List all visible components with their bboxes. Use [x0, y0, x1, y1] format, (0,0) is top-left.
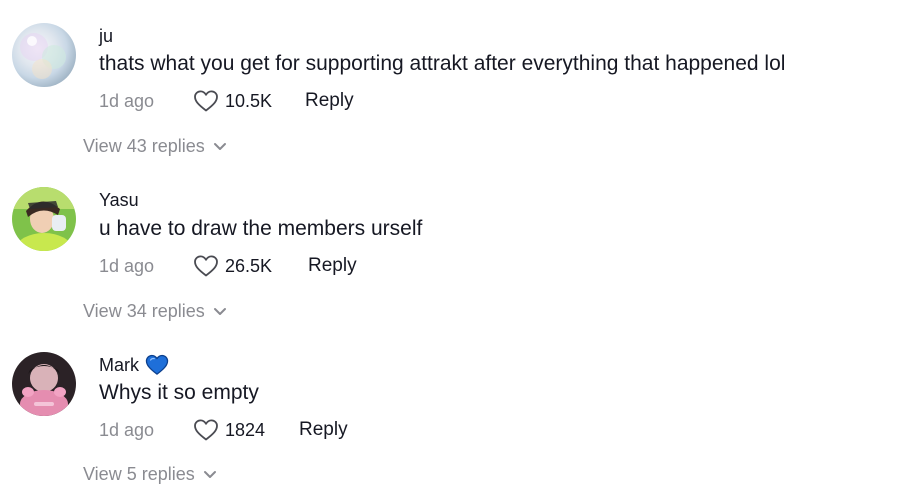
- comment-meta: 1d ago 10.5K Reply: [99, 88, 354, 114]
- view-replies-label: View 5 replies: [83, 464, 195, 484]
- chevron-down-icon: [213, 307, 226, 315]
- comment-time: 1d ago: [99, 255, 155, 276]
- avatar[interactable]: [12, 352, 76, 416]
- chevron-down-icon: [203, 470, 216, 478]
- avatar[interactable]: [12, 23, 76, 87]
- heart-icon: [194, 419, 218, 441]
- reply-button[interactable]: Reply: [308, 255, 357, 277]
- reply-button[interactable]: Reply: [305, 90, 354, 112]
- comment-time: 1d ago: [99, 419, 155, 440]
- chevron-down-icon: [213, 142, 226, 150]
- like-count: 26.5K: [225, 255, 273, 276]
- view-replies-label: View 34 replies: [83, 301, 205, 321]
- view-replies-button[interactable]: View 43 replies: [83, 136, 227, 157]
- heart-icon: [194, 90, 218, 112]
- username[interactable]: Yasu: [99, 190, 139, 211]
- username[interactable]: Mark: [99, 354, 169, 376]
- comment-text: thats what you get for supporting attrak…: [99, 52, 786, 75]
- like-button[interactable]: 1824: [193, 418, 299, 442]
- comment-text: Whys it so empty: [99, 381, 259, 404]
- like-button[interactable]: 10.5K: [193, 89, 305, 113]
- view-replies-label: View 43 replies: [83, 136, 205, 156]
- heart-icon: [194, 255, 218, 277]
- like-count: 10.5K: [225, 90, 273, 111]
- reply-button[interactable]: Reply: [299, 419, 348, 441]
- avatar[interactable]: [12, 187, 76, 251]
- like-button[interactable]: 26.5K: [193, 254, 308, 278]
- comment-meta: 1d ago 26.5K Reply: [99, 253, 357, 279]
- comment-time: 1d ago: [99, 90, 155, 111]
- view-replies-button[interactable]: View 34 replies: [83, 301, 227, 322]
- blue-heart-icon: [145, 354, 169, 375]
- like-count: 1824: [225, 419, 266, 440]
- comment-text: u have to draw the members urself: [99, 217, 423, 240]
- view-replies-button[interactable]: View 5 replies: [83, 464, 217, 485]
- comment-meta: 1d ago 1824 Reply: [99, 417, 348, 443]
- username[interactable]: ju: [99, 26, 113, 47]
